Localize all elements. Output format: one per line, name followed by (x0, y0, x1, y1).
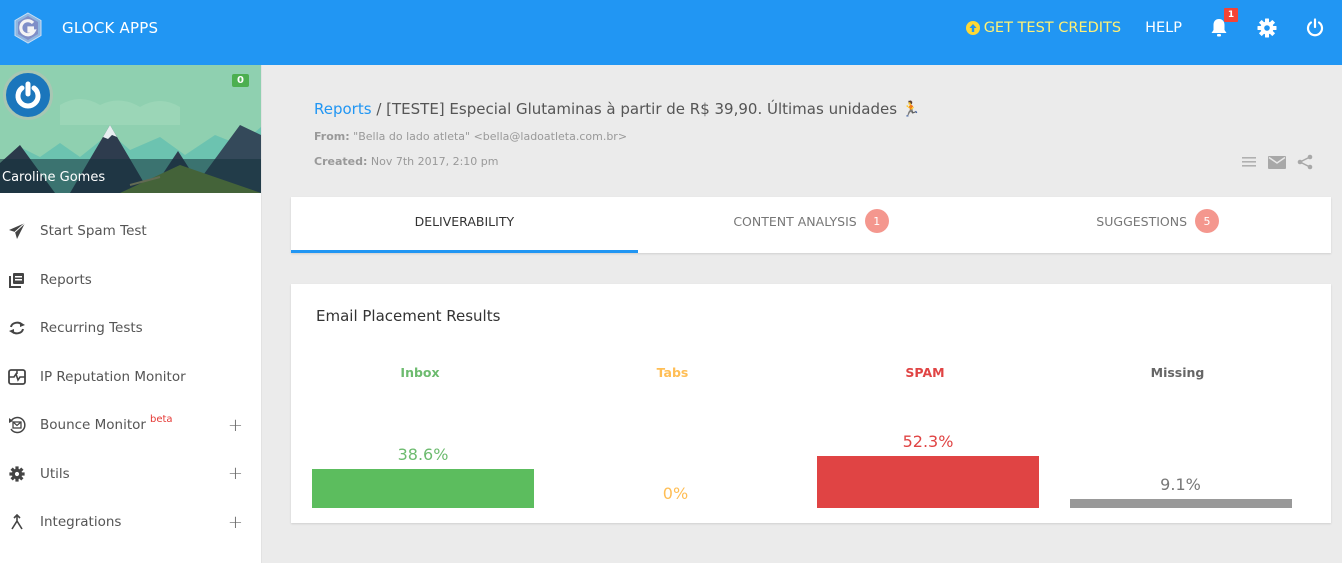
bar-spam (817, 455, 1039, 508)
bar-value-spam: 52.3% (902, 431, 954, 451)
report-title: [TESTE] Especial Glutaminas à partir de … (386, 100, 921, 118)
notification-count-badge: 1 (1224, 8, 1238, 22)
sidebar-item-label: Utils (40, 465, 70, 482)
sidebar-item-label: IP Reputation Monitor (40, 368, 186, 385)
tab-content-analysis[interactable]: CONTENT ANALYSIS 1 (638, 197, 985, 253)
sidebar-item-ip-reputation-monitor[interactable]: IP Reputation Monitor (0, 353, 261, 402)
brand[interactable]: GLOCK APPS (12, 12, 158, 44)
category-label-missing: Missing (1150, 365, 1205, 380)
reports-icon (8, 271, 26, 289)
bar-inbox (312, 469, 534, 508)
sidebar-item-label: Start Spam Test (40, 223, 147, 240)
bar-missing (1069, 498, 1292, 508)
sidebar-item-label: Bounce Monitor (40, 417, 146, 434)
gear-icon (8, 465, 26, 483)
card-title: Email Placement Results (316, 307, 501, 325)
gear-icon (1257, 18, 1277, 38)
tab-suggestions[interactable]: SUGGESTIONS 5 (984, 197, 1331, 253)
profile-name[interactable]: Caroline Gomes (0, 159, 261, 193)
credits-badge: 0 (232, 74, 249, 87)
beta-tag: beta (149, 413, 173, 425)
breadcrumb-separator: / (371, 100, 387, 118)
from-label: From: (314, 130, 350, 143)
from-value: "Bella do lado atleta" <bella@ladoatleta… (353, 130, 628, 143)
created-value: Nov 7th 2017, 2:10 pm (370, 155, 499, 168)
sidebar-item-label: Recurring Tests (40, 320, 143, 337)
report-tabs: DELIVERABILITY CONTENT ANALYSIS 1 SUGGES… (291, 197, 1331, 253)
upload-circle-icon (965, 21, 980, 35)
sidebar: 0 Caroline Gomes Start Spam Test Reports… (0, 65, 262, 563)
breadcrumb: Reports / [TESTE] Especial Glutaminas à … (314, 100, 920, 118)
category-label-tabs: Tabs (656, 365, 689, 380)
tab-label: DELIVERABILITY (414, 213, 515, 229)
created-label: Created: (314, 155, 368, 168)
sidebar-item-start-spam-test[interactable]: Start Spam Test (0, 207, 261, 256)
bar-value-tabs: 0% (662, 484, 689, 503)
sidebar-item-utils[interactable]: Utils + (0, 450, 261, 499)
report-from: From: "Bella do lado atleta" <bella@lado… (314, 130, 627, 143)
sidebar-item-bounce-monitor[interactable]: Bounce Monitor beta + (0, 401, 261, 450)
get-test-credits-label: GET TEST CREDITS (983, 20, 1122, 36)
tab-label: SUGGESTIONS (1096, 213, 1188, 229)
sidebar-item-recurring-tests[interactable]: Recurring Tests (0, 304, 261, 353)
app-name: GLOCK APPS (62, 19, 159, 37)
menu-lines-icon[interactable] (1240, 154, 1258, 170)
report-created: Created: Nov 7th 2017, 2:10 pm (314, 155, 499, 168)
settings-button[interactable] (1256, 17, 1278, 39)
glock-logo-icon (14, 12, 42, 44)
expand-icon[interactable]: + (228, 463, 243, 484)
sync-icon (8, 319, 26, 337)
top-bar: GLOCK APPS GET TEST CREDITS HELP 1 (0, 0, 1342, 65)
expand-icon[interactable]: + (228, 415, 243, 436)
avatar-power-logo-icon (15, 81, 41, 109)
sidebar-nav: Start Spam Test Reports Recurring Tests … (0, 193, 261, 547)
power-icon (1306, 18, 1324, 37)
sidebar-item-integrations[interactable]: Integrations + (0, 498, 261, 547)
tab-count-badge: 5 (1195, 209, 1220, 233)
breadcrumb-reports-link[interactable]: Reports (314, 100, 372, 118)
email-placement-card: Email Placement Results Inbox 38.6% Tabs 0%… (291, 284, 1331, 523)
get-test-credits-button[interactable]: GET TEST CREDITS (965, 20, 1122, 36)
email-icon[interactable] (1268, 154, 1286, 170)
help-link[interactable]: HELP (1145, 20, 1182, 36)
profile-card: 0 Caroline Gomes (0, 65, 261, 193)
monitor-icon (8, 368, 26, 386)
expand-icon[interactable]: + (228, 512, 243, 533)
bar-value-missing: 9.1% (1160, 474, 1201, 494)
avatar[interactable] (3, 70, 53, 120)
notifications-button[interactable]: 1 (1208, 8, 1238, 39)
bounce-icon (8, 416, 26, 434)
share-icon[interactable] (1296, 154, 1314, 170)
tab-deliverability[interactable]: DELIVERABILITY (291, 197, 638, 253)
sidebar-item-label: Integrations (40, 514, 122, 531)
bar-value-inbox: 38.6% (397, 445, 449, 465)
category-label-inbox: Inbox (400, 365, 440, 380)
logout-button[interactable] (1304, 17, 1326, 39)
sidebar-item-reports[interactable]: Reports (0, 256, 261, 305)
sidebar-item-label: Reports (40, 271, 92, 288)
category-label-spam: SPAM (905, 365, 945, 380)
tab-count-badge: 1 (864, 209, 889, 233)
merge-icon (8, 513, 26, 531)
report-actions (1240, 154, 1314, 170)
tab-label: CONTENT ANALYSIS (733, 213, 857, 229)
paper-plane-icon (8, 222, 26, 240)
